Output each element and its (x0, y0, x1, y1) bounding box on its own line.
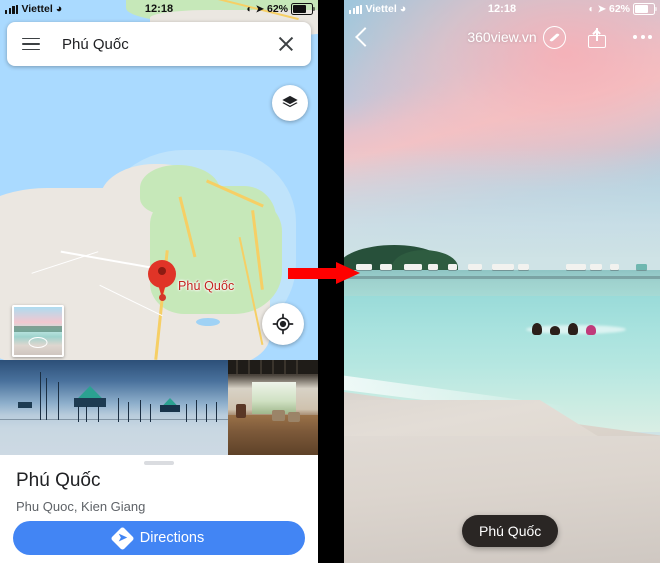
photo-haze (344, 147, 660, 257)
battery-icon (633, 3, 657, 15)
photo-boats (344, 264, 660, 274)
directions-button-label: Directions (139, 530, 205, 546)
my-location-icon (272, 313, 294, 335)
arrow-head (336, 262, 360, 284)
photo-ceiling (228, 360, 318, 374)
battery-icon (291, 3, 315, 15)
arrow-shaft (288, 268, 340, 279)
status-badge: Phú Quốc (462, 515, 559, 547)
url-label[interactable]: 360view.vn (344, 29, 660, 45)
status-bar-right: Viettel ◕ 12:18 ◐ ➤ 62% (344, 0, 660, 18)
search-input[interactable]: Phú Quốc (62, 36, 129, 53)
beach-panorama[interactable] (344, 0, 660, 563)
left-panel-google-maps: Phú Quốc Phú Quốc Viettel ◕ 12:18 ◐ ➤ 62… (0, 0, 318, 563)
list-item[interactable] (0, 360, 228, 455)
photo-hut (18, 402, 32, 408)
drag-handle[interactable] (144, 461, 174, 465)
photo-strip[interactable] (0, 360, 318, 455)
share-icon[interactable] (588, 26, 606, 48)
more-dots-icon[interactable] (633, 34, 653, 40)
map-pin-label: Phú Quốc (178, 279, 235, 293)
search-bar[interactable]: Phú Quốc (7, 22, 311, 66)
location-arrow-icon: ➤ (597, 3, 606, 15)
map-green-area (196, 186, 276, 266)
directions-arrow-icon: ➤ (110, 525, 135, 551)
status-bar-clock: 12:18 (487, 3, 517, 15)
photo-chair (288, 412, 300, 422)
pegman-icon (28, 336, 48, 348)
street-view-thumbnail[interactable] (12, 305, 64, 357)
layers-icon (282, 95, 298, 108)
status-bar-clock: 12:18 (144, 3, 174, 15)
photo-chair (236, 404, 246, 418)
photo-hut (160, 405, 180, 412)
my-location-button[interactable] (262, 303, 304, 345)
directions-button[interactable]: ➤ Directions (13, 521, 305, 555)
thumbnail-horizon (14, 326, 62, 333)
screenshot-stage: Phú Quốc Phú Quốc Viettel ◕ 12:18 ◐ ➤ 62… (0, 0, 660, 563)
browser-toolbar: 360view.vn (344, 18, 660, 56)
close-icon[interactable] (277, 35, 295, 53)
right-panel-safari-360view: 360view.vn Viettel ◕ 12:18 ◐ ➤ 62% Phú Q… (344, 0, 660, 563)
photo-waterline (0, 418, 228, 421)
page-title: Phú Quốc (16, 470, 101, 491)
photo-chair (272, 410, 285, 421)
map-pin-phu-quoc[interactable] (148, 260, 176, 301)
location-arrow-icon: ➤ (255, 3, 264, 15)
place-details-card: Phú Quốc Phu Quoc, Kien Giang ➤ Directio… (0, 455, 318, 563)
map-lake (196, 318, 220, 326)
pin-anchor-icon (158, 294, 166, 301)
hamburger-menu-icon[interactable] (22, 37, 40, 51)
transition-arrow (288, 262, 360, 284)
photo-swimmers (532, 315, 618, 337)
list-item[interactable] (228, 360, 318, 455)
place-subtitle: Phu Quoc, Kien Giang (16, 499, 146, 514)
photo-floor (228, 415, 318, 455)
safari-compass-icon[interactable] (543, 25, 566, 49)
status-bar-left: Viettel ◕ 12:18 ◐ ➤ 62% (0, 0, 318, 18)
pin-dot-icon (158, 267, 166, 275)
layers-button[interactable] (272, 85, 308, 121)
photo-horizon-line (344, 276, 660, 279)
